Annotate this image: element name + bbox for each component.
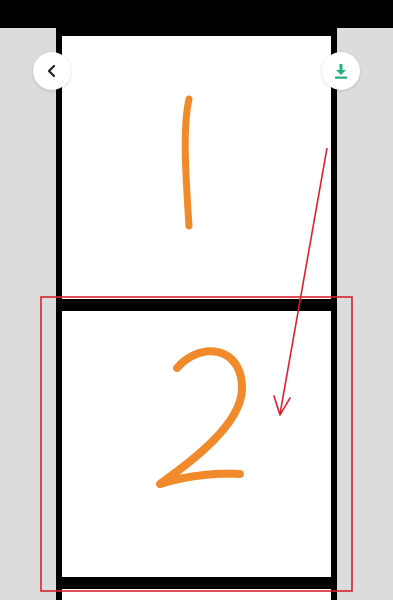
chevron-left-icon: [47, 64, 56, 78]
screen: [0, 0, 393, 600]
panel-2[interactable]: [62, 311, 331, 577]
panel-1[interactable]: [62, 36, 331, 299]
panel-3[interactable]: [62, 589, 331, 600]
back-button[interactable]: [33, 52, 71, 90]
download-icon: [335, 64, 347, 79]
status-bar: [0, 0, 393, 28]
handwritten-two: [156, 347, 246, 488]
handwritten-one: [181, 95, 193, 230]
download-button[interactable]: [322, 52, 360, 90]
